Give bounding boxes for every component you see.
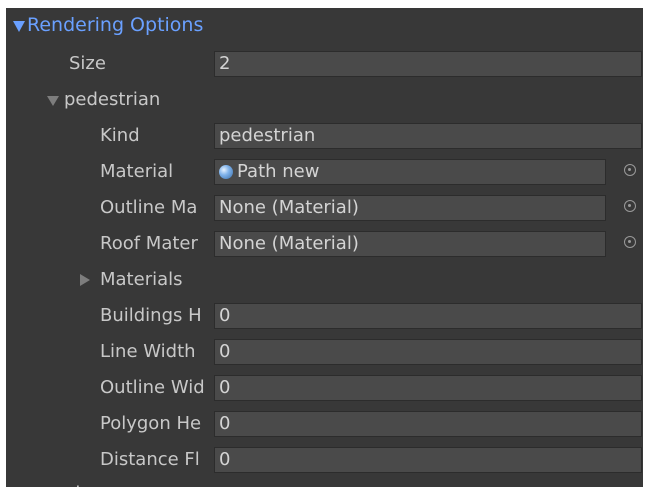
pier-label: pier (64, 482, 99, 487)
rendering-options-title: Rendering Options (27, 14, 204, 36)
size-row: Size 2 (6, 48, 643, 80)
size-label: Size (69, 53, 106, 74)
materials-label: Materials (100, 269, 183, 290)
kind-label: Kind (100, 125, 140, 146)
outline-width-field[interactable]: 0 (214, 375, 642, 401)
inspector-panel: Rendering Options Size 2 pedestrian Kind… (6, 8, 643, 487)
line-width-label: Line Width (100, 341, 196, 362)
material-label: Material (100, 161, 174, 182)
material-value: Path new (237, 161, 320, 182)
distance-row: Distance Fl 0 (6, 444, 643, 476)
distance-label: Distance Fl (100, 449, 200, 470)
rendering-options-foldout[interactable]: Rendering Options (6, 9, 643, 41)
polygon-height-field[interactable]: 0 (214, 411, 642, 437)
object-picker-icon[interactable] (624, 164, 636, 176)
foldout-collapsed-icon[interactable] (80, 274, 90, 286)
outline-material-label: Outline Ma (100, 197, 198, 218)
buildings-height-field[interactable]: 0 (214, 303, 642, 329)
distance-field[interactable]: 0 (214, 447, 642, 473)
material-field[interactable]: Path new (214, 159, 606, 185)
kind-field[interactable]: pedestrian (214, 123, 642, 149)
foldout-expanded-icon[interactable] (13, 21, 25, 32)
buildings-height-label: Buildings H (100, 305, 202, 326)
roof-material-label: Roof Mater (100, 233, 198, 254)
object-picker-icon[interactable] (624, 200, 636, 212)
pier-foldout[interactable]: pier (6, 478, 643, 487)
material-row: Material Path new (6, 156, 643, 188)
materials-foldout[interactable]: Materials (6, 264, 643, 296)
polygon-height-row: Polygon He 0 (6, 408, 643, 440)
line-width-row: Line Width 0 (6, 336, 643, 368)
buildings-height-row: Buildings H 0 (6, 300, 643, 332)
material-sphere-icon (219, 165, 233, 179)
outline-width-label: Outline Wid (100, 377, 205, 398)
roof-material-row: Roof Mater None (Material) (6, 228, 643, 260)
roof-material-field[interactable]: None (Material) (214, 231, 606, 257)
pedestrian-foldout[interactable]: pedestrian (6, 84, 643, 116)
polygon-height-label: Polygon He (100, 413, 202, 434)
foldout-expanded-icon[interactable] (47, 96, 59, 106)
line-width-field[interactable]: 0 (214, 339, 642, 365)
object-picker-icon[interactable] (624, 236, 636, 248)
kind-row: Kind pedestrian (6, 120, 643, 152)
outline-material-row: Outline Ma None (Material) (6, 192, 643, 224)
size-field[interactable]: 2 (214, 51, 642, 77)
outline-material-field[interactable]: None (Material) (214, 195, 606, 221)
pedestrian-label: pedestrian (64, 89, 161, 110)
outline-width-row: Outline Wid 0 (6, 372, 643, 404)
